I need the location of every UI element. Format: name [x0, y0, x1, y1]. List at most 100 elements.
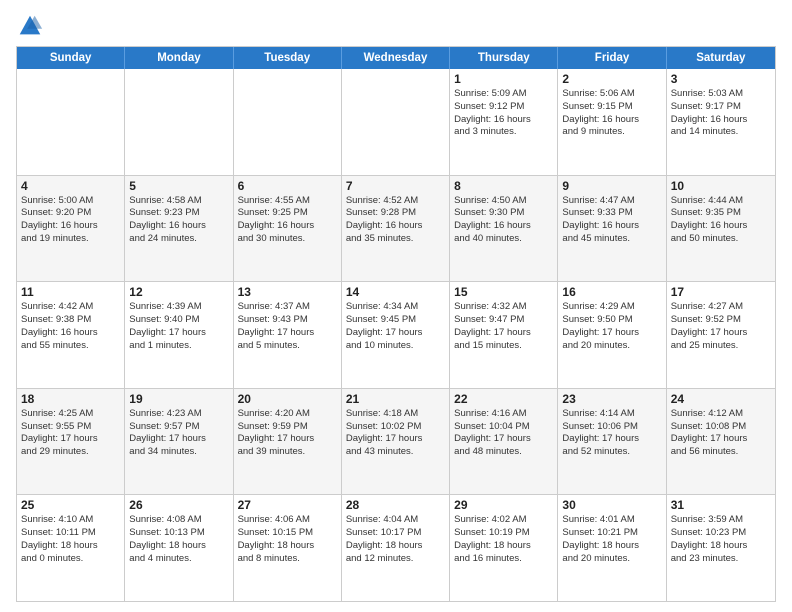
day-number: 13 — [238, 285, 337, 299]
calendar-header-cell: Monday — [125, 47, 233, 69]
day-info: Sunrise: 4:52 AM Sunset: 9:28 PM Dayligh… — [346, 195, 445, 246]
day-info: Sunrise: 4:18 AM Sunset: 10:02 PM Daylig… — [346, 408, 445, 459]
day-info: Sunrise: 4:12 AM Sunset: 10:08 PM Daylig… — [671, 408, 771, 459]
day-number: 29 — [454, 498, 553, 512]
day-number: 2 — [562, 72, 661, 86]
day-number: 15 — [454, 285, 553, 299]
day-number: 8 — [454, 179, 553, 193]
calendar-cell — [125, 69, 233, 175]
day-number: 18 — [21, 392, 120, 406]
calendar-cell: 27 Sunrise: 4:06 AM Sunset: 10:15 PM Dayl… — [234, 495, 342, 601]
calendar-cell: 31 Sunrise: 3:59 AM Sunset: 10:23 PM Dayl… — [667, 495, 775, 601]
day-number: 9 — [562, 179, 661, 193]
calendar-header-row: SundayMondayTuesdayWednesdayThursdayFrid… — [17, 47, 775, 69]
calendar: SundayMondayTuesdayWednesdayThursdayFrid… — [16, 46, 776, 602]
day-number: 22 — [454, 392, 553, 406]
calendar-cell: 17 Sunrise: 4:27 AM Sunset: 9:52 PM Dayli… — [667, 282, 775, 388]
day-number: 1 — [454, 72, 553, 86]
calendar-cell: 8Sunrise: 4:50 AM Sunset: 9:30 PM Daylig… — [450, 176, 558, 282]
day-info: Sunrise: 3:59 AM Sunset: 10:23 PM Daylig… — [671, 514, 771, 565]
calendar-cell: 11Sunrise: 4:42 AM Sunset: 9:38 PM Dayli… — [17, 282, 125, 388]
day-number: 26 — [129, 498, 228, 512]
day-number: 30 — [562, 498, 661, 512]
day-number: 24 — [671, 392, 771, 406]
day-info: Sunrise: 4:39 AM Sunset: 9:40 PM Dayligh… — [129, 301, 228, 352]
day-number: 28 — [346, 498, 445, 512]
calendar-header-cell: Sunday — [17, 47, 125, 69]
day-number: 6 — [238, 179, 337, 193]
calendar-header-cell: Friday — [558, 47, 666, 69]
calendar-week: 1 Sunrise: 5:09 AM Sunset: 9:12 PM Daylig… — [17, 69, 775, 176]
day-info: Sunrise: 4:42 AM Sunset: 9:38 PM Dayligh… — [21, 301, 120, 352]
day-number: 14 — [346, 285, 445, 299]
day-info: Sunrise: 4:58 AM Sunset: 9:23 PM Dayligh… — [129, 195, 228, 246]
day-info: Sunrise: 4:44 AM Sunset: 9:35 PM Dayligh… — [671, 195, 771, 246]
day-number: 3 — [671, 72, 771, 86]
day-number: 27 — [238, 498, 337, 512]
calendar-cell: 13 Sunrise: 4:37 AM Sunset: 9:43 PM Dayli… — [234, 282, 342, 388]
calendar-week: 25Sunrise: 4:10 AM Sunset: 10:11 PM Dayl… — [17, 495, 775, 601]
day-info: Sunrise: 4:47 AM Sunset: 9:33 PM Dayligh… — [562, 195, 661, 246]
calendar-cell: 28Sunrise: 4:04 AM Sunset: 10:17 PM Dayl… — [342, 495, 450, 601]
day-number: 10 — [671, 179, 771, 193]
calendar-cell: 1 Sunrise: 5:09 AM Sunset: 9:12 PM Daylig… — [450, 69, 558, 175]
calendar-cell: 7Sunrise: 4:52 AM Sunset: 9:28 PM Daylig… — [342, 176, 450, 282]
day-number: 21 — [346, 392, 445, 406]
calendar-cell: 23Sunrise: 4:14 AM Sunset: 10:06 PM Dayl… — [558, 389, 666, 495]
day-info: Sunrise: 4:29 AM Sunset: 9:50 PM Dayligh… — [562, 301, 661, 352]
day-info: Sunrise: 4:37 AM Sunset: 9:43 PM Dayligh… — [238, 301, 337, 352]
day-info: Sunrise: 4:06 AM Sunset: 10:15 PM Daylig… — [238, 514, 337, 565]
calendar-cell: 20 Sunrise: 4:20 AM Sunset: 9:59 PM Dayli… — [234, 389, 342, 495]
calendar-cell: 24 Sunrise: 4:12 AM Sunset: 10:08 PM Dayl… — [667, 389, 775, 495]
calendar-header-cell: Tuesday — [234, 47, 342, 69]
day-info: Sunrise: 4:08 AM Sunset: 10:13 PM Daylig… — [129, 514, 228, 565]
calendar-cell: 5 Sunrise: 4:58 AM Sunset: 9:23 PM Daylig… — [125, 176, 233, 282]
calendar-cell: 10 Sunrise: 4:44 AM Sunset: 9:35 PM Dayli… — [667, 176, 775, 282]
day-info: Sunrise: 4:55 AM Sunset: 9:25 PM Dayligh… — [238, 195, 337, 246]
calendar-cell: 12Sunrise: 4:39 AM Sunset: 9:40 PM Dayli… — [125, 282, 233, 388]
calendar-cell: 26 Sunrise: 4:08 AM Sunset: 10:13 PM Dayl… — [125, 495, 233, 601]
calendar-cell: 6 Sunrise: 4:55 AM Sunset: 9:25 PM Daylig… — [234, 176, 342, 282]
day-number: 20 — [238, 392, 337, 406]
calendar-cell — [342, 69, 450, 175]
day-info: Sunrise: 5:09 AM Sunset: 9:12 PM Dayligh… — [454, 88, 553, 139]
calendar-week: 4Sunrise: 5:00 AM Sunset: 9:20 PM Daylig… — [17, 176, 775, 283]
calendar-cell: 14 Sunrise: 4:34 AM Sunset: 9:45 PM Dayli… — [342, 282, 450, 388]
calendar-cell: 3 Sunrise: 5:03 AM Sunset: 9:17 PM Daylig… — [667, 69, 775, 175]
calendar-week: 18 Sunrise: 4:25 AM Sunset: 9:55 PM Dayli… — [17, 389, 775, 496]
calendar-header-cell: Saturday — [667, 47, 775, 69]
calendar-header-cell: Wednesday — [342, 47, 450, 69]
calendar-cell: 21 Sunrise: 4:18 AM Sunset: 10:02 PM Dayl… — [342, 389, 450, 495]
calendar-header-cell: Thursday — [450, 47, 558, 69]
logo-icon — [16, 12, 44, 40]
day-info: Sunrise: 4:20 AM Sunset: 9:59 PM Dayligh… — [238, 408, 337, 459]
calendar-cell: 18 Sunrise: 4:25 AM Sunset: 9:55 PM Dayli… — [17, 389, 125, 495]
day-info: Sunrise: 4:02 AM Sunset: 10:19 PM Daylig… — [454, 514, 553, 565]
day-info: Sunrise: 4:32 AM Sunset: 9:47 PM Dayligh… — [454, 301, 553, 352]
calendar-cell: 2Sunrise: 5:06 AM Sunset: 9:15 PM Daylig… — [558, 69, 666, 175]
day-number: 5 — [129, 179, 228, 193]
calendar-cell: 29 Sunrise: 4:02 AM Sunset: 10:19 PM Dayl… — [450, 495, 558, 601]
page: SundayMondayTuesdayWednesdayThursdayFrid… — [0, 0, 792, 612]
calendar-cell: 19Sunrise: 4:23 AM Sunset: 9:57 PM Dayli… — [125, 389, 233, 495]
day-info: Sunrise: 4:01 AM Sunset: 10:21 PM Daylig… — [562, 514, 661, 565]
header — [16, 12, 776, 40]
day-number: 17 — [671, 285, 771, 299]
calendar-cell — [234, 69, 342, 175]
day-info: Sunrise: 4:34 AM Sunset: 9:45 PM Dayligh… — [346, 301, 445, 352]
calendar-cell: 25Sunrise: 4:10 AM Sunset: 10:11 PM Dayl… — [17, 495, 125, 601]
calendar-cell: 22 Sunrise: 4:16 AM Sunset: 10:04 PM Dayl… — [450, 389, 558, 495]
calendar-cell: 4Sunrise: 5:00 AM Sunset: 9:20 PM Daylig… — [17, 176, 125, 282]
day-info: Sunrise: 5:03 AM Sunset: 9:17 PM Dayligh… — [671, 88, 771, 139]
calendar-cell: 9 Sunrise: 4:47 AM Sunset: 9:33 PM Daylig… — [558, 176, 666, 282]
day-info: Sunrise: 4:23 AM Sunset: 9:57 PM Dayligh… — [129, 408, 228, 459]
calendar-cell: 15 Sunrise: 4:32 AM Sunset: 9:47 PM Dayli… — [450, 282, 558, 388]
day-info: Sunrise: 4:25 AM Sunset: 9:55 PM Dayligh… — [21, 408, 120, 459]
day-info: Sunrise: 4:27 AM Sunset: 9:52 PM Dayligh… — [671, 301, 771, 352]
day-info: Sunrise: 5:00 AM Sunset: 9:20 PM Dayligh… — [21, 195, 120, 246]
day-info: Sunrise: 4:16 AM Sunset: 10:04 PM Daylig… — [454, 408, 553, 459]
day-number: 23 — [562, 392, 661, 406]
day-info: Sunrise: 4:10 AM Sunset: 10:11 PM Daylig… — [21, 514, 120, 565]
day-number: 31 — [671, 498, 771, 512]
calendar-cell: 16Sunrise: 4:29 AM Sunset: 9:50 PM Dayli… — [558, 282, 666, 388]
